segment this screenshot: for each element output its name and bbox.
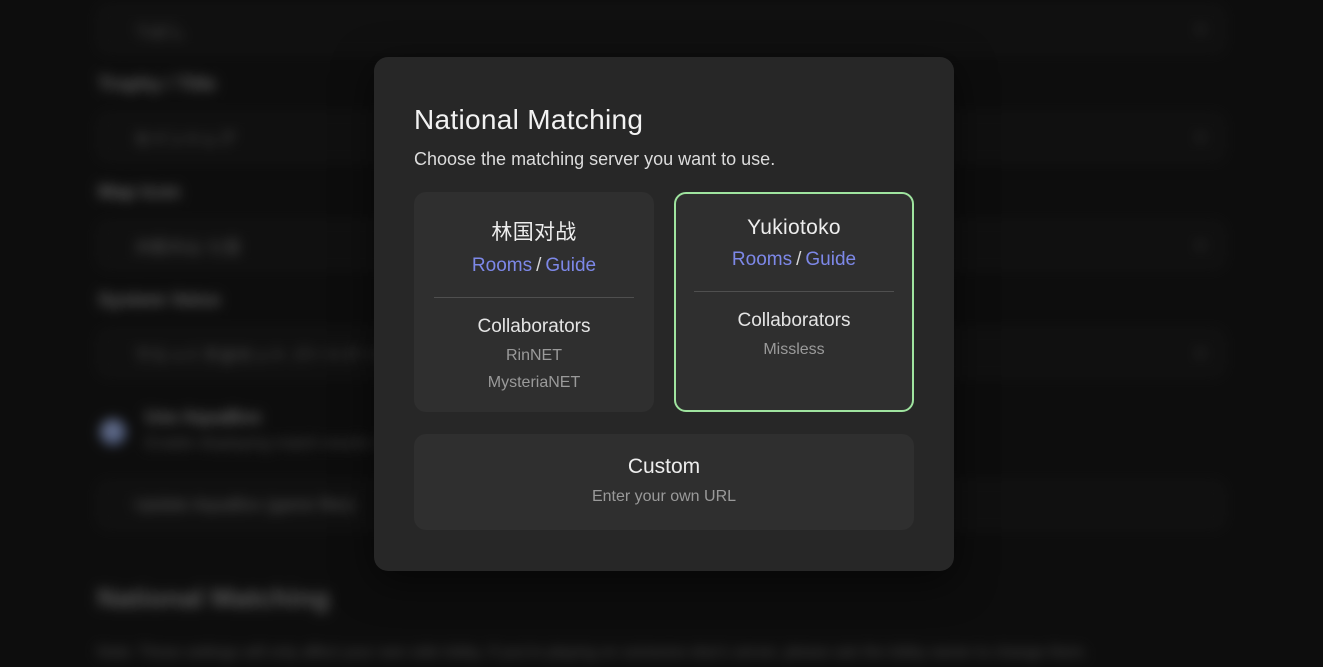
chevron-down-icon: ▾ xyxy=(1197,345,1204,362)
card-divider xyxy=(694,291,894,292)
server-links: Rooms/Guide xyxy=(676,249,912,271)
server-options-row: 林国对战 Rooms/Guide Collaborators RinNET My… xyxy=(414,192,914,412)
collaborator-name: MysteriaNET xyxy=(416,374,652,392)
profile-name-select: つよし ▾ xyxy=(97,5,1225,53)
field-value: つよし xyxy=(134,17,1197,42)
card-divider xyxy=(434,297,634,298)
map-icon-label: Map Icon xyxy=(98,182,180,204)
national-matching-section-heading: National Matching xyxy=(97,583,330,614)
system-voice-label: System Voice xyxy=(98,290,220,312)
collaborator-name: RinNET xyxy=(416,347,652,365)
national-matching-note: Note: These settings will only affect yo… xyxy=(97,644,1277,662)
server-name: 林国对战 xyxy=(416,216,652,246)
link-separator: / xyxy=(792,249,805,270)
chevron-down-icon: ▾ xyxy=(1197,129,1204,146)
custom-card-subtitle: Enter your own URL xyxy=(414,488,914,506)
guide-link[interactable]: Guide xyxy=(805,249,856,270)
chevron-down-icon: ▾ xyxy=(1197,21,1204,38)
link-separator: / xyxy=(532,255,545,276)
server-links: Rooms/Guide xyxy=(416,255,652,277)
server-card-linguo[interactable]: 林国对战 Rooms/Guide Collaborators RinNET My… xyxy=(414,192,654,412)
guide-link[interactable]: Guide xyxy=(545,255,596,276)
trophy-title-label: Trophy / Title xyxy=(98,74,216,96)
checked-radio-icon xyxy=(100,419,126,445)
national-matching-dialog: National Matching Choose the matching se… xyxy=(374,57,954,571)
rooms-link[interactable]: Rooms xyxy=(472,255,532,276)
server-card-yukiotoko[interactable]: Yukiotoko Rooms/Guide Collaborators Miss… xyxy=(674,192,914,412)
chevron-down-icon: ▾ xyxy=(1197,237,1204,254)
dialog-subtitle: Choose the matching server you want to u… xyxy=(414,147,914,171)
server-name: Yukiotoko xyxy=(676,216,912,240)
collaborator-name: Missless xyxy=(676,341,912,359)
collaborators-label: Collaborators xyxy=(416,316,652,338)
dialog-title: National Matching xyxy=(414,105,914,135)
custom-server-card[interactable]: Custom Enter your own URL xyxy=(414,434,914,530)
collaborators-label: Collaborators xyxy=(676,310,912,332)
rooms-link[interactable]: Rooms xyxy=(732,249,792,270)
custom-card-title: Custom xyxy=(414,455,914,479)
